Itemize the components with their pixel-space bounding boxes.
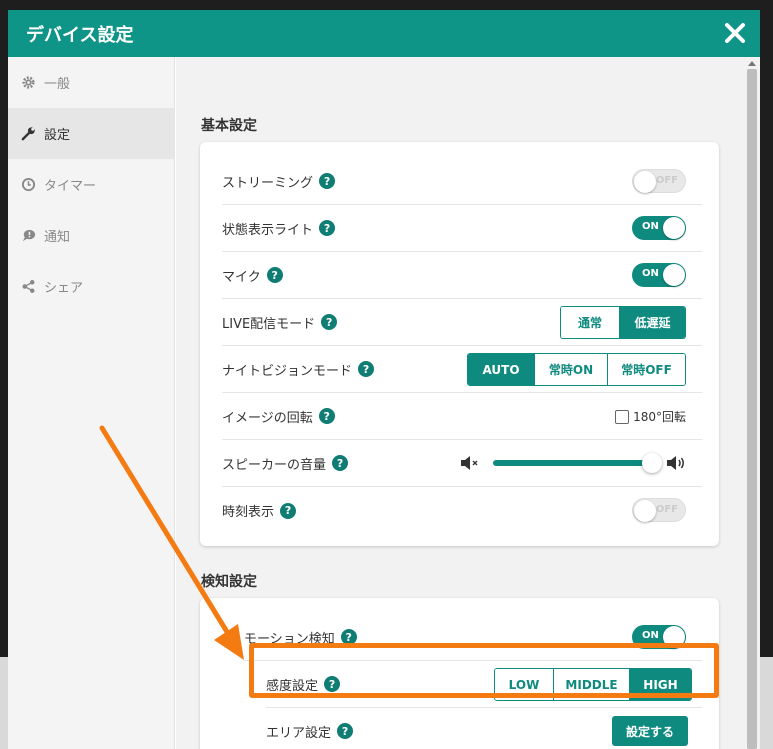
help-icon[interactable]: ? [318, 408, 335, 424]
mic-label: マイク [222, 269, 261, 285]
streaming-label: ストリーミング [222, 175, 314, 191]
toggle-knob [663, 217, 685, 239]
help-icon[interactable]: ? [266, 267, 283, 283]
volume-mute-icon [461, 456, 478, 470]
toggle-knob [634, 171, 656, 193]
dialog-title: デバイス設定 [26, 25, 134, 46]
rotation-label: イメージの回転 [222, 410, 313, 426]
sidebar-item-label: 一般 [44, 77, 71, 92]
status-light-label: 状態表示ライト [222, 222, 314, 238]
speaker-label: スピーカーの音量 [222, 457, 327, 473]
sidebar: 一般 設定 タイマー 通知 シェア [8, 57, 175, 749]
live-mode-row: LIVE配信モード ? 通常 低遅延 [222, 299, 702, 346]
night-vision-row: ナイトビジョンモード ? AUTO 常時ON 常時OFF [222, 346, 702, 393]
help-icon[interactable]: ? [321, 314, 338, 330]
sidebar-item-label: 設定 [44, 128, 71, 143]
help-icon[interactable]: ? [332, 455, 349, 471]
night-vision-auto-option[interactable]: AUTO [468, 354, 534, 385]
time-display-label: 時刻表示 [222, 505, 275, 520]
speaker-volume-slider[interactable] [460, 453, 686, 473]
slider-knob[interactable] [642, 453, 662, 473]
sidebar-item-label: 通知 [44, 230, 71, 245]
dialog-header: デバイス設定 [8, 10, 760, 57]
toggle-knob [634, 500, 656, 522]
time-display-toggle[interactable]: OFF [632, 498, 686, 522]
live-mode-low-latency-option[interactable]: 低遅延 [619, 307, 685, 338]
help-icon[interactable]: ? [337, 723, 354, 739]
streaming-toggle[interactable]: OFF [632, 169, 686, 193]
night-vision-always-off-option[interactable]: 常時OFF [607, 354, 685, 385]
toggle-state: ON [642, 221, 659, 232]
sidebar-item-share[interactable]: シェア [8, 261, 175, 312]
basic-settings-card: ストリーミング ? OFF 状態表示ライト ? ON マイク ? ON LIVE… [200, 142, 719, 546]
toggle-state: OFF [655, 504, 678, 515]
help-icon[interactable]: ? [319, 220, 336, 236]
sidebar-item-general[interactable]: 一般 [8, 57, 175, 108]
night-vision-always-on-option[interactable]: 常時ON [534, 354, 607, 385]
close-icon [725, 23, 745, 43]
clock-icon [20, 177, 36, 193]
area-settings-row: エリア設定 ? 設定する [266, 708, 702, 749]
speech-bubble-icon [20, 228, 36, 244]
wrench-icon [20, 126, 36, 142]
sidebar-item-timer[interactable]: タイマー [8, 159, 175, 210]
scroll-up-arrow[interactable] [748, 61, 756, 66]
help-icon[interactable]: ? [280, 502, 297, 519]
gear-icon [20, 75, 36, 91]
scrollbar[interactable] [747, 69, 757, 749]
sidebar-item-settings[interactable]: 設定 [8, 108, 175, 159]
live-mode-normal-option[interactable]: 通常 [561, 307, 619, 338]
rotation-checkbox[interactable]: 180°回転 [615, 408, 686, 425]
mic-toggle[interactable]: ON [632, 263, 686, 287]
night-vision-label: ナイトビジョンモード [222, 363, 353, 379]
rotation-row: イメージの回転 ? 180°回転 [222, 393, 702, 440]
volume-up-icon [667, 456, 684, 470]
status-light-toggle[interactable]: ON [632, 216, 686, 240]
area-settings-label: エリア設定 [266, 725, 332, 741]
time-display-row: 時刻表示 ? OFF [222, 487, 702, 534]
live-mode-segmented-control: 通常 低遅延 [560, 306, 686, 339]
live-mode-label: LIVE配信モード [222, 316, 316, 332]
sidebar-item-label: シェア [44, 281, 84, 296]
detection-settings-title: 検知設定 [201, 574, 257, 590]
speaker-row: スピーカーの音量 ? [222, 440, 702, 487]
toggle-state: OFF [655, 175, 678, 186]
toggle-state: ON [642, 630, 659, 641]
area-settings-button[interactable]: 設定する [612, 716, 688, 746]
night-vision-segmented-control: AUTO 常時ON 常時OFF [467, 353, 686, 386]
status-light-row: 状態表示ライト ? ON [222, 205, 702, 252]
sidebar-item-notification[interactable]: 通知 [8, 210, 175, 261]
share-icon [20, 279, 36, 295]
sidebar-item-label: タイマー [44, 179, 97, 194]
rotation-checkbox-label: 180°回転 [633, 410, 686, 424]
annotation-highlight-box [249, 643, 719, 698]
device-settings-dialog: デバイス設定 一般 設定 タイマー 通知 シェア 基本設定 ストリーミング ? … [8, 10, 760, 749]
help-icon[interactable]: ? [319, 173, 336, 189]
checkbox-box[interactable] [615, 409, 630, 424]
slider-track[interactable] [493, 460, 651, 466]
basic-settings-title: 基本設定 [201, 118, 257, 134]
close-button[interactable] [722, 20, 748, 46]
toggle-knob [663, 264, 685, 286]
mic-row: マイク ? ON [222, 252, 702, 299]
streaming-row: ストリーミング ? OFF [222, 158, 702, 205]
toggle-state: ON [642, 268, 659, 279]
help-icon[interactable]: ? [358, 361, 375, 377]
